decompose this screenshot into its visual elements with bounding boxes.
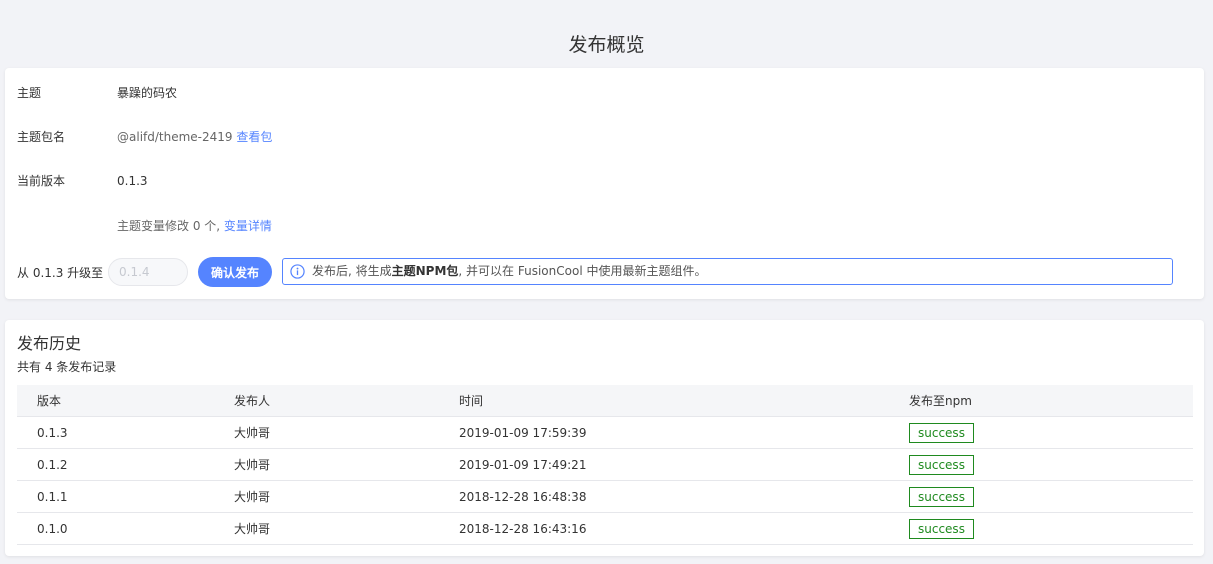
column-header-npm: 发布至npm xyxy=(909,385,1193,417)
theme-value: 暴躁的码农 xyxy=(117,86,178,100)
history-table: 版本 发布人 时间 发布至npm 0.1.3 大帅哥 2019-01-09 17… xyxy=(17,385,1193,545)
column-header-publisher: 发布人 xyxy=(234,385,459,417)
confirm-publish-button[interactable]: 确认发布 xyxy=(198,257,272,287)
cell-time: 2019-01-09 17:49:21 xyxy=(459,448,909,481)
notice-prefix: 发布后, 将生成 xyxy=(312,264,392,278)
cell-publisher: 大帅哥 xyxy=(234,416,459,449)
history-title: 发布历史 xyxy=(17,334,82,353)
table-row: 0.1.1 大帅哥 2018-12-28 16:48:38 success xyxy=(17,480,1193,513)
cell-time: 2019-01-09 17:59:39 xyxy=(459,416,909,449)
upgrade-label: 从 0.1.3 升级至 xyxy=(17,266,104,280)
package-row: 主题包名 @alifd/theme-2419 查看包 xyxy=(17,127,1192,147)
cell-publisher: 大帅哥 xyxy=(234,480,459,513)
notice-bold: 主题NPM包 xyxy=(391,264,459,278)
target-version-input[interactable] xyxy=(108,258,188,286)
notice-suffix: , 并可以在 FusionCool 中使用最新主题组件。 xyxy=(458,264,707,278)
version-row: 当前版本 0.1.3 xyxy=(17,171,1192,191)
cell-version: 0.1.1 xyxy=(17,480,234,513)
theme-row: 主题 暴躁的码农 xyxy=(17,83,1192,103)
status-badge: success xyxy=(909,454,974,475)
table-row: 0.1.0 大帅哥 2018-12-28 16:43:16 success xyxy=(17,512,1193,545)
status-badge: success xyxy=(909,486,974,507)
notice-text: 发布后, 将生成主题NPM包, 并可以在 FusionCool 中使用最新主题组… xyxy=(312,259,706,284)
status-badge: success xyxy=(909,518,974,539)
package-value-group: @alifd/theme-2419 查看包 xyxy=(117,127,272,147)
package-label: 主题包名 xyxy=(17,130,66,144)
cell-version: 0.1.0 xyxy=(17,512,234,545)
table-row: 0.1.2 大帅哥 2019-01-09 17:49:21 success xyxy=(17,448,1193,481)
publish-notice: 发布后, 将生成主题NPM包, 并可以在 FusionCool 中使用最新主题组… xyxy=(282,258,1173,285)
column-header-version: 版本 xyxy=(17,385,234,417)
cell-publisher: 大帅哥 xyxy=(234,448,459,481)
page-title: 发布概览 xyxy=(568,34,645,56)
cell-status: success xyxy=(909,512,1193,545)
changes-row: 主题变量修改 0 个, 变量详情 xyxy=(17,216,1192,236)
cell-publisher: 大帅哥 xyxy=(234,512,459,545)
cell-version: 0.1.2 xyxy=(17,448,234,481)
table-header-row: 版本 发布人 时间 发布至npm xyxy=(17,385,1193,417)
changes-group: 主题变量修改 0 个, 变量详情 xyxy=(117,216,272,236)
cell-status: success xyxy=(909,480,1193,513)
column-header-time: 时间 xyxy=(459,385,909,417)
changes-text: 主题变量修改 0 个, xyxy=(117,219,221,233)
variable-details-link[interactable]: 变量详情 xyxy=(224,219,272,233)
version-value: 0.1.3 xyxy=(117,174,148,188)
history-count: 共有 4 条发布记录 xyxy=(17,360,117,374)
cell-time: 2018-12-28 16:48:38 xyxy=(459,480,909,513)
cell-status: success xyxy=(909,448,1193,481)
cell-status: success xyxy=(909,416,1193,449)
info-circle-icon xyxy=(290,264,305,279)
version-label: 当前版本 xyxy=(17,174,66,188)
table-row: 0.1.3 大帅哥 2019-01-09 17:59:39 success xyxy=(17,416,1193,449)
theme-label: 主题 xyxy=(17,86,42,100)
cell-version: 0.1.3 xyxy=(17,416,234,449)
package-name: @alifd/theme-2419 xyxy=(117,130,233,144)
status-badge: success xyxy=(909,422,974,443)
upgrade-row: 从 0.1.3 升级至 确认发布 发布后, 将生成主题NPM包, 并可以在 Fu… xyxy=(17,257,1192,288)
overview-card: 主题 暴躁的码农 主题包名 @alifd/theme-2419 查看包 当前版本… xyxy=(5,68,1204,299)
view-package-link[interactable]: 查看包 xyxy=(236,130,272,144)
cell-time: 2018-12-28 16:43:16 xyxy=(459,512,909,545)
history-card: 发布历史 共有 4 条发布记录 版本 发布人 时间 发布至npm 0.1.3 大… xyxy=(5,320,1204,556)
